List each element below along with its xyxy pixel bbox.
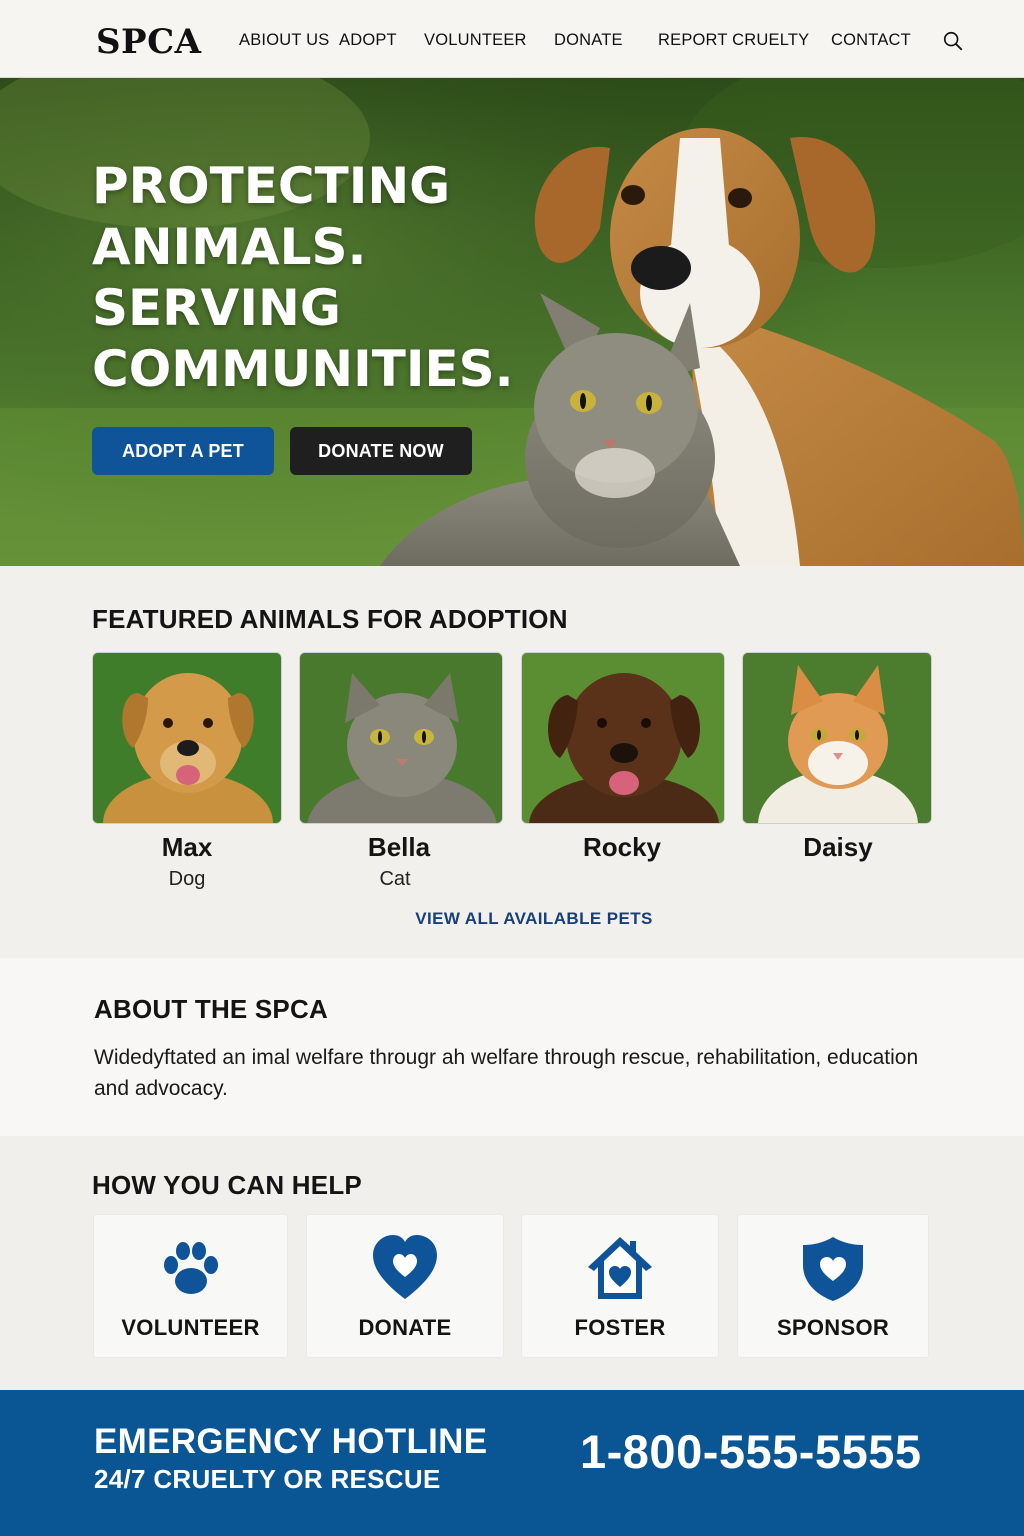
hero-headline-line-3: SERVING <box>92 279 341 337</box>
pet-card-rocky[interactable] <box>521 652 725 824</box>
tabby-cat-photo <box>300 653 502 823</box>
adopt-a-pet-button[interactable]: ADOPT A PET <box>92 427 274 475</box>
help-card-volunteer[interactable]: VOLUNTEER <box>93 1214 288 1358</box>
pet-type-max: Dog <box>168 868 206 890</box>
about-section-title: ABOUT THE SPCA <box>94 994 328 1024</box>
shield-heart-icon <box>803 1237 863 1301</box>
help-card-sponsor[interactable]: SPONSOR <box>737 1214 929 1358</box>
nav-link-about-us[interactable]: ABIOUT US <box>239 31 329 50</box>
how-you-can-help-section: HOW YOU CAN HELP VOLUNTEER DONATE FOSTER <box>0 1136 1024 1390</box>
house-heart-icon <box>588 1237 652 1299</box>
hero-banner: PROTECTING ANIMALS. SERVING COMMUNITIES.… <box>0 78 1024 566</box>
hotline-subtitle: 24/7 CRUELTY OR RESCUE <box>94 1464 441 1494</box>
pet-card-max[interactable] <box>92 652 282 824</box>
help-card-donate[interactable]: DONATE <box>306 1214 504 1358</box>
about-description: Widedyftated an imal welfare througr ah … <box>94 1046 919 1100</box>
pet-name-rocky[interactable]: Rocky <box>521 832 723 863</box>
site-header: SPCA ABIOUT US ADOPT VOLUNTEER DONATE RE… <box>0 0 1024 78</box>
nav-link-report-cruelty[interactable]: REPORT CRUELTY <box>658 31 809 50</box>
paw-icon <box>163 1242 218 1294</box>
pet-name-daisy[interactable]: Daisy <box>742 832 934 863</box>
pet-name-max[interactable]: Max <box>92 832 282 863</box>
donate-now-button[interactable]: DONATE NOW <box>290 427 472 475</box>
hotline-title: EMERGENCY HOTLINE <box>94 1422 488 1461</box>
about-section: ABOUT THE SPCA Widedyftated an imal welf… <box>0 958 1024 1136</box>
site-logo[interactable]: SPCA <box>96 22 202 62</box>
emergency-hotline-banner: EMERGENCY HOTLINE 24/7 CRUELTY OR RESCUE… <box>0 1390 1024 1536</box>
help-card-foster[interactable]: FOSTER <box>521 1214 719 1358</box>
hotline-phone-number[interactable]: 1-800-555-5555 <box>580 1424 922 1479</box>
help-label-foster: FOSTER <box>574 1315 666 1340</box>
nav-link-volunteer[interactable]: VOLUNTEER <box>424 31 527 50</box>
chocolate-dog-photo <box>522 653 724 823</box>
hero-headline-line-2: ANIMALS. <box>92 218 367 276</box>
help-section-title: HOW YOU CAN HELP <box>92 1170 362 1200</box>
orange-cat-photo <box>743 653 931 823</box>
help-label-volunteer: VOLUNTEER <box>121 1315 260 1340</box>
hero-headline: PROTECTING ANIMALS. SERVING COMMUNITIES. <box>92 156 514 400</box>
nav-link-contact[interactable]: CONTACT <box>831 31 911 50</box>
nav-link-donate[interactable]: DONATE <box>554 31 623 50</box>
pet-name-bella[interactable]: Bella <box>299 832 499 863</box>
help-label-donate: DONATE <box>358 1315 452 1340</box>
hero-headline-line-1: PROTECTING <box>92 157 451 215</box>
pet-type-bella: Cat <box>379 868 411 890</box>
pet-card-daisy[interactable] <box>742 652 932 824</box>
view-all-pets-link[interactable]: VIEW ALL AVAILABLE PETS <box>0 909 1024 929</box>
help-label-sponsor: SPONSOR <box>776 1315 890 1340</box>
pet-card-bella[interactable] <box>299 652 503 824</box>
nav-link-adopt[interactable]: ADOPT <box>339 31 397 50</box>
search-icon[interactable] <box>942 30 964 52</box>
heart-icon <box>373 1235 437 1299</box>
golden-dog-photo <box>93 653 281 823</box>
featured-animals-section: FEATURED ANIMALS FOR ADOPTION Max Dog Be… <box>0 566 1024 958</box>
hero-headline-line-4: COMMUNITIES. <box>92 340 514 398</box>
featured-section-title: FEATURED ANIMALS FOR ADOPTION <box>92 604 568 634</box>
